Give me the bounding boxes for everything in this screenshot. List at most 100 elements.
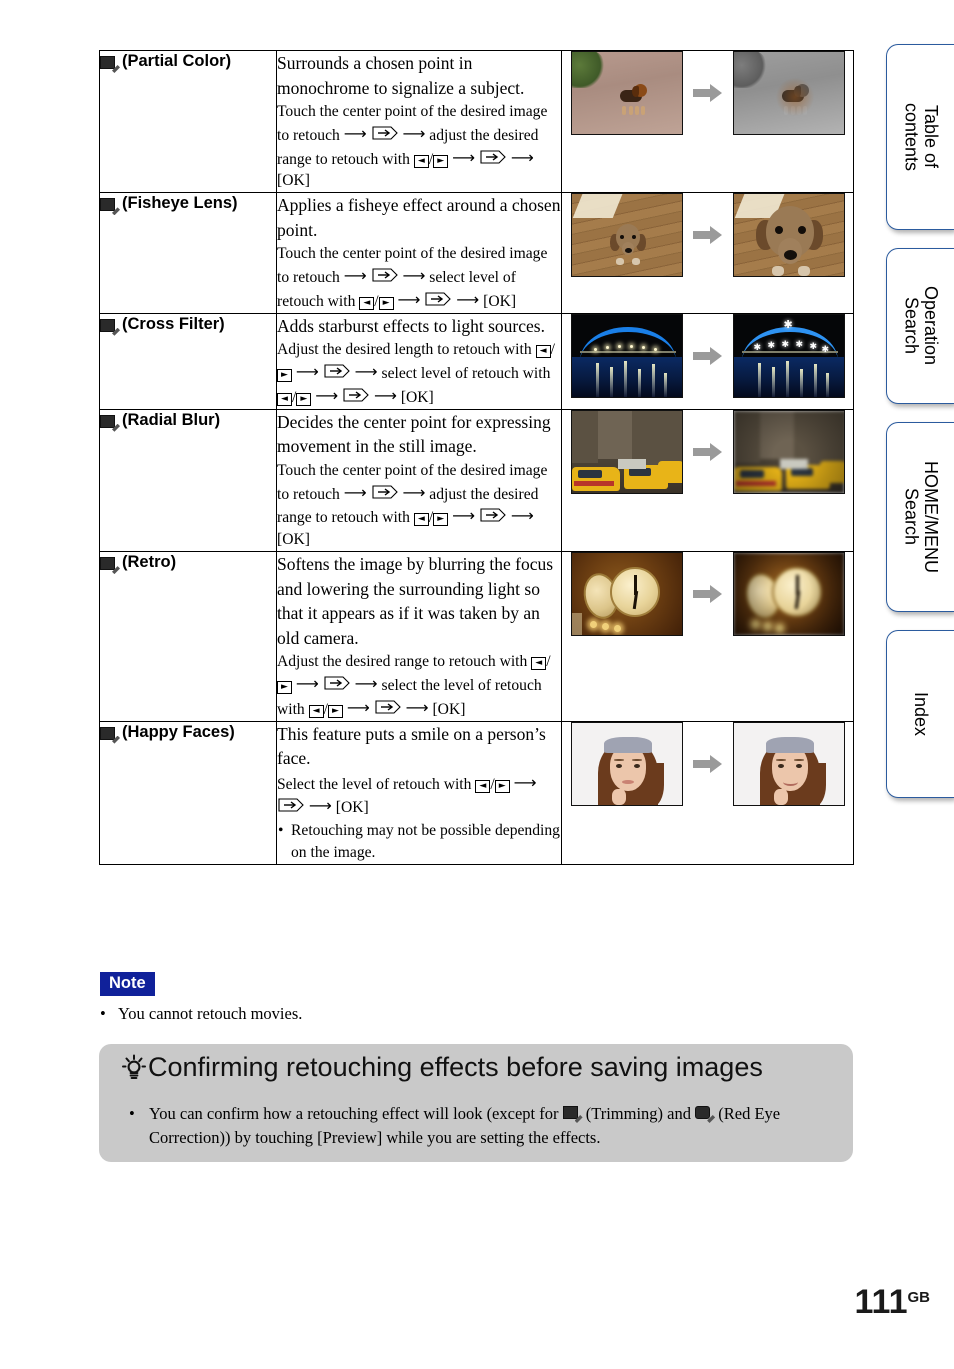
next-arrow-key-icon bbox=[278, 798, 304, 812]
effect-description-cell: Surrounds a chosen point in monochrome t… bbox=[276, 49, 562, 194]
effect-name-cell: (Radial Blur) bbox=[99, 408, 277, 553]
right-key-icon: ► bbox=[433, 154, 449, 168]
image-after-happy-faces bbox=[732, 721, 845, 806]
table-row: (Cross Filter) Adds starburst effects to… bbox=[99, 312, 854, 410]
effect-description-cell: This feature puts a smile on a person’s … bbox=[276, 720, 562, 865]
right-key-icon: ► bbox=[327, 704, 343, 718]
image-before-radial-blur bbox=[570, 409, 683, 494]
partial-color-icon bbox=[100, 55, 120, 73]
radial-blur-icon bbox=[100, 414, 120, 432]
effect-steps: Touch the center point of the desired im… bbox=[277, 461, 548, 549]
left-key-icon: ◄ bbox=[475, 779, 491, 793]
sidebar-item-table-of-contents[interactable]: Table of contents bbox=[886, 44, 954, 230]
effect-images-cell bbox=[561, 192, 854, 314]
effect-name-fisheye-lens: (Fisheye Lens) bbox=[100, 193, 276, 216]
effect-steps: Touch the center point of the desired im… bbox=[277, 103, 548, 190]
effect-name-radial-blur: (Radial Blur) bbox=[100, 410, 276, 433]
image-before-retro bbox=[570, 552, 683, 637]
effect-name-retro: (Retro) bbox=[100, 552, 276, 575]
left-key-icon: ◄ bbox=[359, 296, 375, 310]
image-before-cross-filter bbox=[570, 313, 683, 398]
next-arrow-key-icon bbox=[371, 268, 398, 282]
next-arrow-key-icon bbox=[480, 150, 506, 164]
left-key-icon: ◄ bbox=[413, 154, 429, 168]
tab-label-home-menu-search: HOME/MENU Search bbox=[901, 461, 941, 573]
effect-name-cell: (Retro) bbox=[99, 551, 277, 722]
right-key-icon: ► bbox=[494, 779, 510, 793]
trimming-icon bbox=[562, 1106, 583, 1123]
table-row: (Partial Color) Surrounds a chosen point… bbox=[99, 49, 854, 194]
effect-images-cell: ✱ ✱ ✱ ✱ ✱ ✱ ✱ bbox=[561, 312, 854, 410]
tab-label-index: Index bbox=[911, 691, 932, 737]
effect-description-main: This feature puts a smile on a person’s … bbox=[277, 723, 546, 769]
effect-note: Retouching may not be possible depending… bbox=[277, 820, 561, 864]
next-arrow-key-icon bbox=[324, 676, 350, 690]
table-row: (Fisheye Lens) Applies a fisheye effect … bbox=[99, 192, 854, 314]
cross-filter-icon bbox=[100, 318, 120, 336]
right-key-icon: ► bbox=[277, 680, 292, 694]
effect-steps: Select the level of retouch with ◄ / ► ⟶ ⟶… bbox=[277, 772, 561, 864]
effect-description-cell: Decides the center point for expressing … bbox=[276, 408, 562, 553]
effect-steps: Adjust the desired range to retouch with… bbox=[277, 653, 551, 718]
effect-images-cell bbox=[561, 49, 854, 194]
effect-name-cell: (Partial Color) bbox=[99, 49, 277, 194]
bullet-glyph: • bbox=[129, 1104, 135, 1123]
fisheye-lens-icon bbox=[100, 197, 120, 216]
next-arrow-key-icon bbox=[480, 508, 506, 522]
sidebar-item-home-menu-search[interactable]: HOME/MENU Search bbox=[886, 422, 954, 612]
image-before-happy-faces bbox=[570, 721, 683, 806]
transform-arrow-icon bbox=[692, 585, 722, 604]
tip-body-text: You can confirm how a retouching effect … bbox=[149, 1104, 781, 1147]
transform-arrow-icon bbox=[692, 346, 722, 365]
effect-description-main: Decides the center point for expressing … bbox=[277, 411, 551, 457]
tab-label-operation-search: Operation Search bbox=[901, 286, 941, 366]
right-key-icon: ► bbox=[296, 392, 312, 406]
effect-name-cross-filter: (Cross Filter) bbox=[100, 314, 276, 337]
effect-steps: Adjust the desired length to retouch wit… bbox=[277, 341, 555, 406]
right-key-icon: ► bbox=[277, 369, 292, 383]
note-item: • You cannot retouch movies. bbox=[100, 1004, 303, 1023]
effect-name-happy-faces: (Happy Faces) bbox=[100, 722, 276, 745]
page-region-suffix: GB bbox=[907, 1289, 931, 1306]
tip-title-text: Confirming retouching effects before sav… bbox=[148, 1052, 763, 1082]
table-row: (Happy Faces) This feature puts a smile … bbox=[99, 720, 854, 865]
tip-body: • You can confirm how a retouching effec… bbox=[129, 1102, 831, 1150]
next-arrow-key-icon bbox=[371, 485, 398, 499]
page-number: 111GB bbox=[854, 1283, 931, 1321]
effect-images-cell bbox=[561, 720, 854, 865]
effect-steps: Touch the center point of the desired im… bbox=[277, 245, 548, 310]
effect-description-cell: Softens the image by blurring the focus … bbox=[276, 551, 562, 722]
side-navigation-tabs: Table of contents Operation Search HOME/… bbox=[886, 44, 954, 816]
left-key-icon: ◄ bbox=[308, 704, 324, 718]
happy-faces-icon bbox=[100, 726, 120, 744]
effect-description-cell: Adds starburst effects to light sources.… bbox=[276, 312, 562, 410]
effect-name-cell: (Fisheye Lens) bbox=[99, 192, 277, 314]
effect-description-cell: Applies a fisheye effect around a chosen… bbox=[276, 192, 562, 314]
next-arrow-key-icon bbox=[425, 292, 452, 306]
effect-name-cell: (Cross Filter) bbox=[99, 312, 277, 410]
tip-box: Confirming retouching effects before sav… bbox=[99, 1044, 853, 1162]
sidebar-item-operation-search[interactable]: Operation Search bbox=[886, 248, 954, 404]
image-after-retro bbox=[732, 552, 845, 637]
effect-images-cell bbox=[561, 551, 854, 722]
next-arrow-key-icon bbox=[343, 388, 369, 402]
image-after-radial-blur bbox=[732, 409, 845, 494]
effect-images-cell bbox=[561, 408, 854, 553]
effect-description-main: Softens the image by blurring the focus … bbox=[277, 554, 554, 648]
next-arrow-key-icon bbox=[324, 364, 350, 378]
transform-arrow-icon bbox=[692, 754, 722, 773]
sidebar-item-index[interactable]: Index bbox=[886, 630, 954, 798]
tip-title-row: Confirming retouching effects before sav… bbox=[121, 1052, 763, 1083]
retro-icon bbox=[100, 556, 120, 575]
next-arrow-key-icon bbox=[375, 700, 401, 714]
left-key-icon: ◄ bbox=[531, 657, 547, 671]
transform-arrow-icon bbox=[692, 442, 722, 461]
image-before-fisheye bbox=[570, 193, 683, 278]
image-after-fisheye bbox=[732, 193, 845, 278]
transform-arrow-icon bbox=[692, 226, 722, 245]
table-row: (Radial Blur) Decides the center point f… bbox=[99, 408, 854, 553]
transform-arrow-icon bbox=[692, 84, 722, 102]
effect-description-main: Applies a fisheye effect around a chosen… bbox=[277, 195, 561, 240]
effect-description-main: Adds starburst effects to light sources. bbox=[277, 315, 545, 336]
right-key-icon: ► bbox=[433, 513, 449, 527]
